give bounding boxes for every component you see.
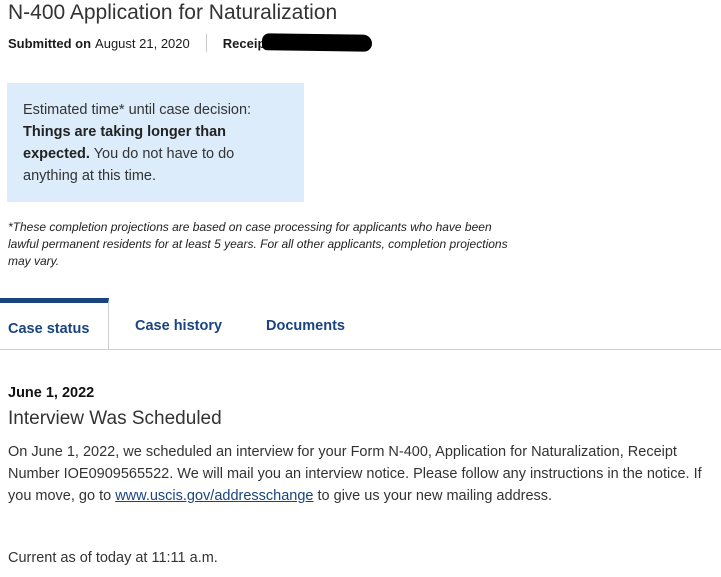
tab-documents[interactable]: Documents [266, 298, 345, 348]
submitted-label: Submitted on [8, 35, 92, 51]
tab-case-status[interactable]: Case status [0, 298, 109, 349]
meta-divider [205, 34, 207, 52]
estimate-intro: Estimated time* until case decision: [23, 102, 252, 118]
submitted-date: August 21, 2020 [95, 35, 190, 51]
address-change-link[interactable]: www.uscis.gov/addresschange [115, 488, 313, 504]
event-body-text-end: to give us your new mailing address. [317, 488, 553, 504]
case-meta-row: Submitted on August 21, 2020 Receipt [8, 34, 270, 52]
page-title: N-400 Application for Naturalization [8, 1, 338, 24]
current-as-of-text: Current as of today at 11:11 a.m. [8, 550, 218, 566]
event-description: On June 1, 2022, we scheduled an intervi… [8, 441, 720, 507]
estimated-time-box: Estimated time* until case decision: Thi… [7, 83, 304, 202]
receipt-number-redaction [261, 33, 373, 52]
completion-projection-footnote: *These completion projections are based … [8, 220, 508, 268]
event-date: June 1, 2022 [8, 385, 95, 401]
tab-case-history[interactable]: Case history [135, 298, 222, 348]
case-tabs: Case status Case history Documents [0, 298, 721, 350]
event-title: Interview Was Scheduled [8, 408, 222, 429]
